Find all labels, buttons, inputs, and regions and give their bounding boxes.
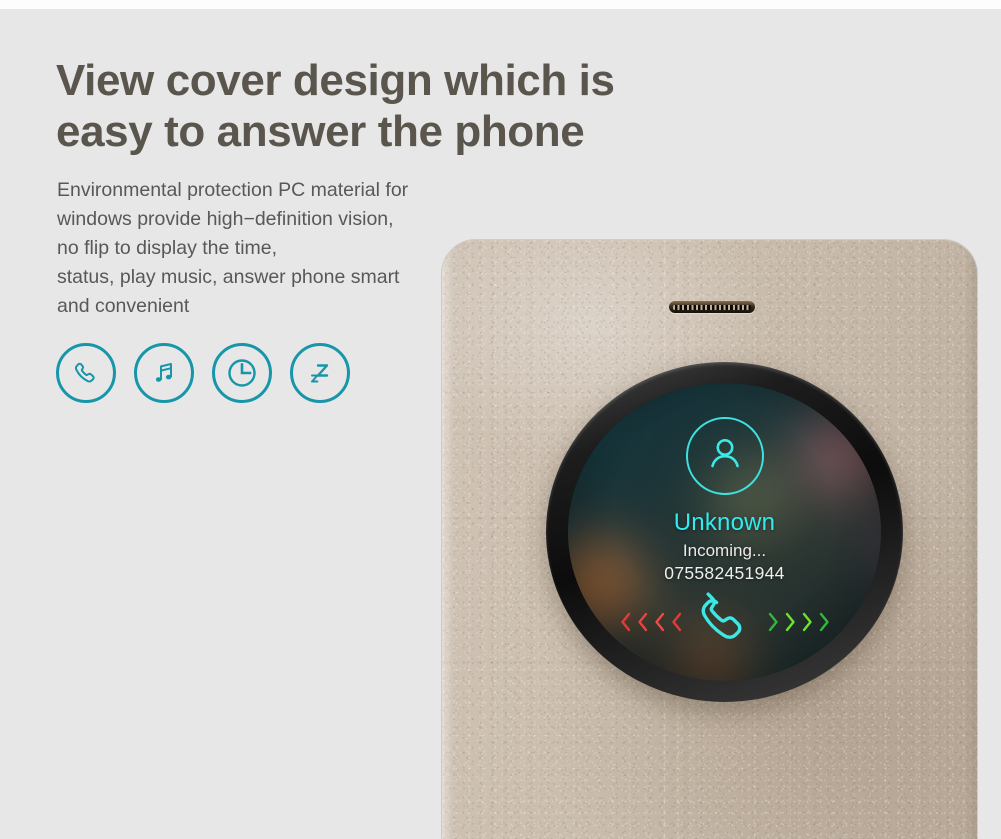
chevron-left-icon — [671, 612, 681, 632]
answer-handset-icon[interactable] — [694, 591, 756, 653]
chevron-right-icon — [819, 612, 829, 632]
caller-number: 075582451944 — [664, 563, 785, 583]
sleep-zz-icon — [304, 357, 336, 389]
case-left-edge-highlight — [442, 240, 458, 839]
chevron-right-icon — [802, 612, 812, 632]
page-title: View cover design which is easy to answe… — [56, 56, 615, 156]
chevron-left-icon — [637, 612, 647, 632]
phone-flip-case: Unknown Incoming... 075582451944 decline — [442, 240, 977, 839]
feature-item-clock: display the time — [212, 343, 272, 403]
feature-item-music: play music — [134, 343, 194, 403]
answer-chevrons[interactable]: answer — [766, 611, 832, 633]
case-right-edge-shadow — [963, 240, 977, 839]
description-text: Environmental protection PC material for… — [57, 179, 409, 317]
feature-item-phone: answer phone — [56, 343, 116, 403]
decline-chevrons[interactable]: decline — [618, 611, 684, 633]
call-status: Incoming... — [682, 541, 767, 560]
chevron-right-icon — [785, 612, 795, 632]
avatar — [685, 417, 764, 495]
music-note-icon — [149, 358, 179, 388]
promo-banner: View cover design which is easy to answe… — [0, 0, 1001, 839]
clock-icon — [226, 357, 258, 389]
incoming-call-ui: Unknown Incoming... 075582451944 decline — [568, 383, 881, 681]
circular-view-window: Unknown Incoming... 075582451944 decline — [546, 362, 903, 702]
top-white-band — [0, 0, 1001, 9]
phone-icon — [71, 358, 101, 388]
phone-screen: Unknown Incoming... 075582451944 decline — [568, 383, 881, 681]
feature-icon-row: answer phone play music display the — [56, 343, 350, 403]
grille-perforations — [673, 305, 751, 310]
chevron-right-icon — [768, 612, 778, 632]
caller-name: Unknown — [673, 509, 776, 536]
chevron-left-icon — [620, 612, 630, 632]
chevron-left-icon — [654, 612, 664, 632]
feature-item-sleep: sleep status — [290, 343, 350, 403]
call-action-bar: decline answer — [568, 591, 881, 653]
earpiece-speaker-grille — [669, 301, 755, 313]
person-avatar-icon — [702, 431, 748, 482]
